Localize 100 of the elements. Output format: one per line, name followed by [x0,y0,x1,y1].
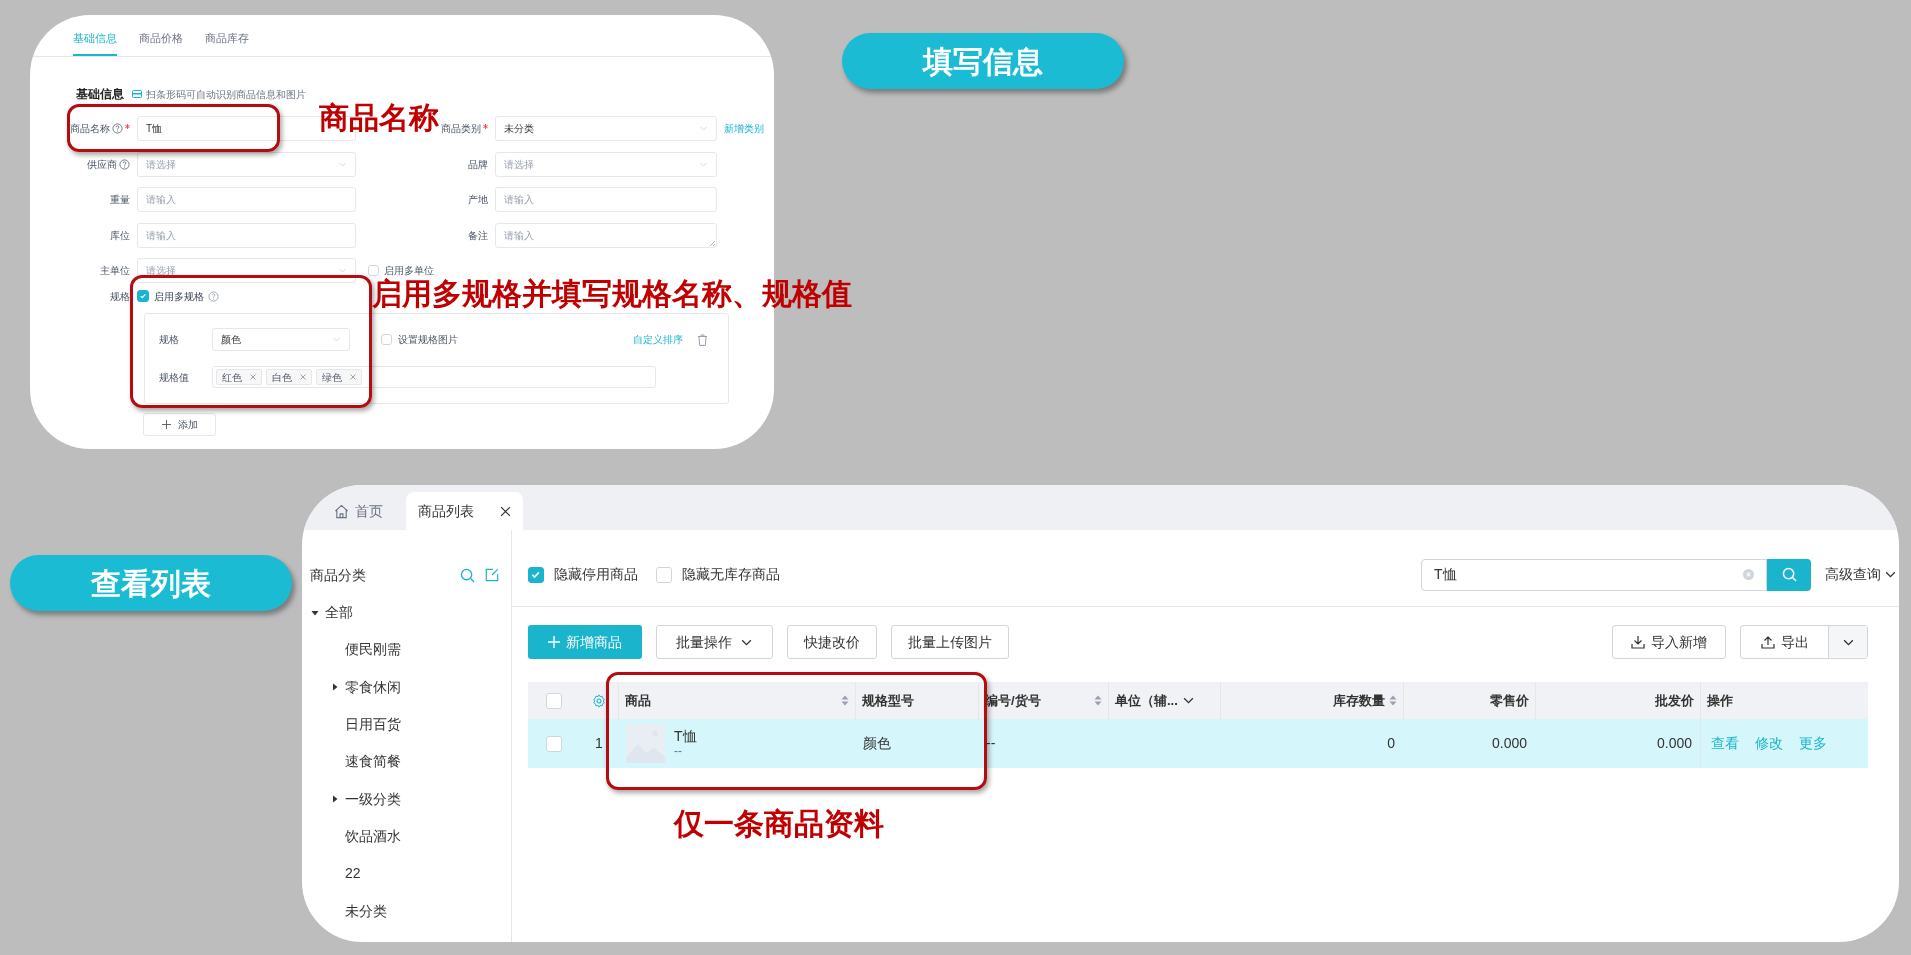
annotation-text: 启用多规格并填写规格名称、规格值 [372,276,852,312]
column-header[interactable]: 单位（辅... [1115,690,1178,711]
scan-hint: 扫条形码可自动识别商品信息和图片 [146,87,306,102]
sort-icon[interactable] [841,695,849,706]
tree-item[interactable]: 饮品酒水 [345,825,401,847]
sort-icon[interactable] [1094,695,1102,706]
advanced-query-button[interactable]: 高级查询 [1825,564,1897,585]
add-button[interactable]: 添加 [143,413,216,436]
table-cell-text: 0.000 [1491,734,1527,753]
column-header[interactable]: 规格型号 [862,690,914,711]
table-cell-text: 0 [1387,734,1395,753]
trash-icon[interactable] [697,333,708,346]
batch-button[interactable]: 批量操作 [656,625,773,659]
tag: 绿色 [316,369,362,385]
card-icon [132,90,142,98]
field-label: 商品名称 [70,122,110,136]
field-label: 备注 [468,228,488,243]
checkbox[interactable] [546,692,562,709]
field-label: 品牌 [468,157,488,172]
field-label: 库位 [110,228,130,243]
tag: 红色 [216,369,262,385]
table-cell-text: 颜色 [863,734,891,753]
tag: 白色 [266,369,312,385]
checkbox-label: 设置规格图片 [398,333,458,347]
tag-field[interactable]: 红色 白色 绿色 [212,366,656,388]
field-label: 规格值 [159,370,190,385]
product-name: T恤 [674,728,697,744]
checkbox[interactable] [656,566,672,583]
clear-icon[interactable] [1743,569,1754,580]
select-field[interactable]: 未分类 [495,116,717,141]
table-row[interactable]: 1 T恤 -- 颜色 -- 0 0.000 0.000 查看 修改 更多 [528,719,1868,768]
checkbox-label: 启用多单位 [384,264,434,278]
chevron-down-icon [338,266,347,275]
import-button[interactable]: 导入新增 [1612,625,1726,659]
checkbox-label: 启用多规格 [154,289,204,304]
remove-icon[interactable] [250,374,256,380]
annotation-text: 仅一条商品资料 [674,806,884,842]
tree-item[interactable]: 一级分类 [345,788,401,810]
checkbox[interactable] [528,566,544,583]
tab[interactable]: 商品价格 [139,29,183,56]
remove-icon[interactable] [350,374,356,380]
checkbox[interactable] [381,334,392,345]
toolbar-button[interactable]: 快捷改价 [787,625,877,659]
section-title: 基础信息 [76,86,124,103]
export-menu-button[interactable] [1829,626,1867,658]
search-field[interactable]: T恤 [1421,558,1767,591]
select-field[interactable]: 颜色 [212,328,350,351]
product-code: -- [674,743,683,759]
resize-handle-icon [709,239,715,246]
chevron-down-icon [699,124,708,133]
chevron-down-icon [332,335,341,344]
sort-icon[interactable] [1389,695,1397,706]
help-icon [208,290,219,302]
field-label: 主单位 [100,264,130,278]
tree-item[interactable]: 速食简餐 [345,751,401,773]
tree-item[interactable]: 22 [345,863,361,885]
field-label: 规格 [110,289,130,304]
gear-icon[interactable] [592,693,606,708]
sidebar-title: 商品分类 [310,565,366,585]
checkbox-label: 隐藏停用商品 [554,565,638,584]
column-header[interactable]: 操作 [1707,690,1733,711]
tab[interactable]: 商品库存 [205,29,249,56]
tree-item[interactable]: 便民刚需 [345,639,401,661]
field-label: 产地 [468,193,488,207]
caret-right-icon[interactable] [331,683,339,692]
close-icon[interactable] [500,505,511,517]
field-label: 重量 [110,193,130,207]
field-label: 商品类别 [441,122,481,136]
download-icon [1631,635,1645,649]
table-cell-text: 0.000 [1656,734,1692,753]
caret-right-icon[interactable] [331,795,339,804]
home-icon [334,503,349,519]
column-header[interactable]: 商品 [625,690,651,711]
search-icon [1781,567,1797,582]
column-header[interactable]: 零售价 [1490,690,1529,711]
checkbox[interactable] [546,735,562,752]
upload-icon [1760,635,1775,649]
step-label: 填写信息 [842,33,1124,89]
edit-icon[interactable] [485,568,499,582]
tree-item[interactable]: 零食休闲 [345,676,401,698]
plus-icon [161,420,171,429]
tree-item[interactable]: 未分类 [345,900,387,922]
tab[interactable]: 商品列表 [406,492,523,530]
tree-item[interactable]: 全部 [325,602,353,624]
column-header[interactable]: 批发价 [1655,690,1694,711]
tree-item[interactable]: 日用百货 [345,714,401,736]
step-label: 查看列表 [10,555,292,611]
remove-icon[interactable] [300,374,306,380]
checkbox-label: 隐藏无库存商品 [682,565,780,584]
caret-down-icon[interactable] [311,608,319,617]
table-cell-text: -- [986,734,996,753]
toolbar-button[interactable]: 批量上传图片 [891,625,1009,659]
checkbox[interactable] [137,290,149,302]
field-label: 供应商 [87,157,117,172]
row-number: 1 [595,734,603,753]
search-icon[interactable] [460,567,475,583]
tab[interactable]: 首页 [322,492,395,530]
search-button[interactable] [1767,558,1811,591]
column-header[interactable]: 库存数量 [1333,690,1385,711]
checkbox[interactable] [368,265,379,276]
